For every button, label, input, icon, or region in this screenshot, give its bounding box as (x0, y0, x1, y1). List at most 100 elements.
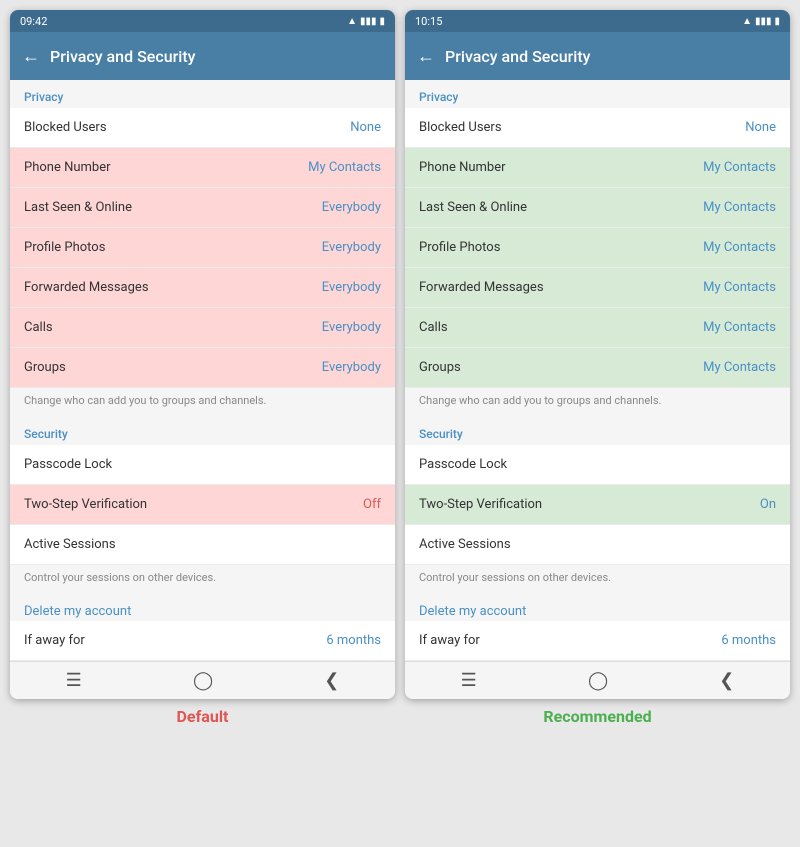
right-nav-back-icon[interactable]: ❮ (719, 670, 734, 691)
comparison-labels: Default Recommended (10, 707, 790, 726)
left-forwarded-messages-row[interactable]: Forwarded Messages Everybody (10, 268, 395, 308)
left-nav-home-icon[interactable]: ◯ (193, 670, 213, 691)
left-if-away-label: If away for (24, 633, 85, 648)
right-status-icons: ▲ ▮▮▮ ▮ (742, 16, 780, 27)
left-phone-number-row[interactable]: Phone Number My Contacts (10, 148, 395, 188)
right-sessions-hint: Control your sessions on other devices. (405, 565, 790, 594)
right-status-bar: 10:15 ▲ ▮▮▮ ▮ (405, 10, 790, 32)
left-active-sessions-label: Active Sessions (24, 537, 116, 552)
left-forwarded-messages-value: Everybody (322, 280, 381, 295)
left-profile-photos-row[interactable]: Profile Photos Everybody (10, 228, 395, 268)
right-signal-icon: ▮▮▮ (755, 16, 772, 27)
right-last-seen-label: Last Seen & Online (419, 200, 527, 215)
right-phone-number-value: My Contacts (703, 160, 776, 175)
right-app-header: ← Privacy and Security (405, 32, 790, 80)
left-groups-hint: Change who can add you to groups and cha… (10, 388, 395, 417)
left-calls-value: Everybody (322, 320, 381, 335)
right-last-seen-value: My Contacts (703, 200, 776, 215)
left-forwarded-messages-label: Forwarded Messages (24, 280, 149, 295)
battery-icon: ▮ (379, 16, 385, 27)
right-two-step-value: On (760, 497, 776, 512)
left-active-sessions-row[interactable]: Active Sessions (10, 525, 395, 565)
right-phone-number-row[interactable]: Phone Number My Contacts (405, 148, 790, 188)
right-passcode-lock-label: Passcode Lock (419, 457, 507, 472)
right-calls-value: My Contacts (703, 320, 776, 335)
left-sessions-hint: Control your sessions on other devices. (10, 565, 395, 594)
right-back-button[interactable]: ← (417, 46, 435, 67)
left-two-step-value: Off (363, 497, 381, 512)
right-calls-label: Calls (419, 320, 448, 335)
left-content: Privacy Blocked Users None Phone Number … (10, 80, 395, 661)
left-blocked-users-label: Blocked Users (24, 120, 107, 135)
left-phone: 09:42 ▲ ▮▮▮ ▮ ← Privacy and Security Pri… (10, 10, 395, 699)
right-security-label: Security (405, 417, 790, 445)
left-back-button[interactable]: ← (22, 46, 40, 67)
left-groups-label: Groups (24, 360, 66, 375)
left-status-bar: 09:42 ▲ ▮▮▮ ▮ (10, 10, 395, 32)
right-battery-icon: ▮ (774, 16, 780, 27)
right-delete-account-link[interactable]: Delete my account (405, 594, 790, 621)
left-groups-value: Everybody (322, 360, 381, 375)
right-if-away-row[interactable]: If away for 6 months (405, 621, 790, 661)
left-time: 09:42 (20, 15, 47, 28)
left-delete-account-link[interactable]: Delete my account (10, 594, 395, 621)
right-two-step-row[interactable]: Two-Step Verification On (405, 485, 790, 525)
wifi-icon: ▲ (347, 16, 357, 27)
right-wifi-icon: ▲ (742, 16, 752, 27)
right-nav-menu-icon[interactable]: ☰ (461, 670, 477, 691)
right-calls-row[interactable]: Calls My Contacts (405, 308, 790, 348)
right-passcode-lock-row[interactable]: Passcode Lock (405, 445, 790, 485)
left-last-seen-label: Last Seen & Online (24, 200, 132, 215)
left-page-title: Privacy and Security (50, 47, 195, 66)
right-last-seen-row[interactable]: Last Seen & Online My Contacts (405, 188, 790, 228)
left-if-away-row[interactable]: If away for 6 months (10, 621, 395, 661)
right-active-sessions-label: Active Sessions (419, 537, 511, 552)
left-app-header: ← Privacy and Security (10, 32, 395, 80)
left-security-label: Security (10, 417, 395, 445)
left-if-away-value: 6 months (326, 633, 381, 648)
left-phone-number-label: Phone Number (24, 160, 111, 175)
right-if-away-label: If away for (419, 633, 480, 648)
right-groups-hint: Change who can add you to groups and cha… (405, 388, 790, 417)
right-phone: 10:15 ▲ ▮▮▮ ▮ ← Privacy and Security Pri… (405, 10, 790, 699)
right-nav-bar: ☰ ◯ ❮ (405, 661, 790, 699)
right-groups-value: My Contacts (703, 360, 776, 375)
left-blocked-users-value: None (350, 120, 381, 135)
right-if-away-value: 6 months (721, 633, 776, 648)
right-forwarded-messages-label: Forwarded Messages (419, 280, 544, 295)
right-two-step-label: Two-Step Verification (419, 497, 542, 512)
left-privacy-label: Privacy (10, 80, 395, 108)
right-profile-photos-row[interactable]: Profile Photos My Contacts (405, 228, 790, 268)
left-calls-label: Calls (24, 320, 53, 335)
left-nav-menu-icon[interactable]: ☰ (66, 670, 82, 691)
left-two-step-label: Two-Step Verification (24, 497, 147, 512)
left-nav-bar: ☰ ◯ ❮ (10, 661, 395, 699)
right-privacy-label: Privacy (405, 80, 790, 108)
right-nav-home-icon[interactable]: ◯ (588, 670, 608, 691)
right-blocked-users-value: None (745, 120, 776, 135)
right-phone-number-label: Phone Number (419, 160, 506, 175)
left-two-step-row[interactable]: Two-Step Verification Off (10, 485, 395, 525)
left-nav-back-icon[interactable]: ❮ (324, 670, 339, 691)
left-last-seen-row[interactable]: Last Seen & Online Everybody (10, 188, 395, 228)
recommended-label: Recommended (405, 707, 790, 726)
right-forwarded-messages-row[interactable]: Forwarded Messages My Contacts (405, 268, 790, 308)
right-blocked-users-row[interactable]: Blocked Users None (405, 108, 790, 148)
signal-icon: ▮▮▮ (360, 16, 377, 27)
left-phone-number-value: My Contacts (308, 160, 381, 175)
left-calls-row[interactable]: Calls Everybody (10, 308, 395, 348)
left-profile-photos-value: Everybody (322, 240, 381, 255)
right-content: Privacy Blocked Users None Phone Number … (405, 80, 790, 661)
left-groups-row[interactable]: Groups Everybody (10, 348, 395, 388)
left-blocked-users-row[interactable]: Blocked Users None (10, 108, 395, 148)
default-label: Default (10, 707, 395, 726)
right-profile-photos-label: Profile Photos (419, 240, 500, 255)
right-groups-label: Groups (419, 360, 461, 375)
right-profile-photos-value: My Contacts (703, 240, 776, 255)
right-active-sessions-row[interactable]: Active Sessions (405, 525, 790, 565)
right-page-title: Privacy and Security (445, 47, 590, 66)
right-blocked-users-label: Blocked Users (419, 120, 502, 135)
right-groups-row[interactable]: Groups My Contacts (405, 348, 790, 388)
left-passcode-lock-row[interactable]: Passcode Lock (10, 445, 395, 485)
left-passcode-lock-label: Passcode Lock (24, 457, 112, 472)
